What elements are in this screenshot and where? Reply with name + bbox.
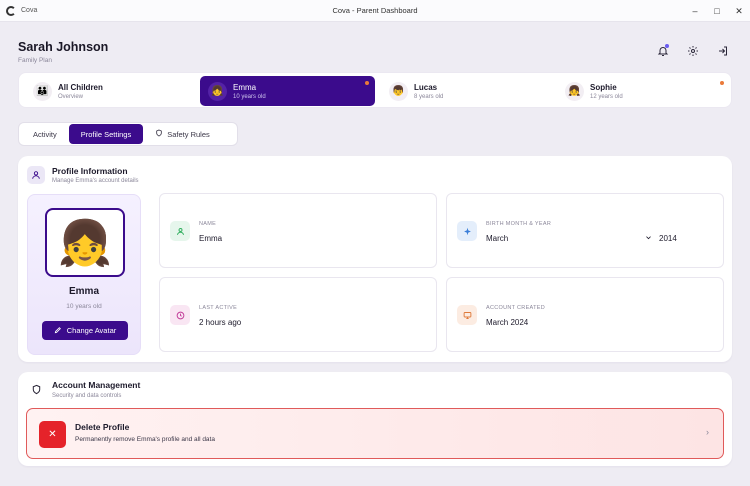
field-label: LAST ACTIVE — [199, 305, 238, 311]
monitor-icon — [457, 305, 477, 325]
name-value[interactable]: Emma — [199, 234, 222, 243]
header-actions — [652, 40, 734, 62]
section-title: Profile Information — [52, 166, 128, 176]
child-item-lucas[interactable]: 👦 Lucas 8 years old — [381, 76, 553, 106]
tab-profile-settings[interactable]: Profile Settings — [68, 124, 144, 144]
child-name: Sophie — [590, 82, 617, 92]
section-title: Account Management — [52, 380, 141, 390]
close-button[interactable]: ✕ — [728, 0, 750, 22]
name-field-card: NAME Emma — [159, 193, 437, 268]
window-title: Cova - Parent Dashboard — [332, 6, 418, 15]
user-name: Sarah Johnson — [18, 40, 109, 54]
avatar-panel: 👧 Emma 10 years old Change Avatar — [27, 194, 141, 355]
plan-label: Family Plan — [18, 57, 52, 64]
avatar: 👧 — [565, 81, 584, 101]
profile-name: Emma — [68, 286, 99, 297]
field-label: ACCOUNT CREATED — [486, 305, 545, 311]
child-item-emma[interactable]: 👧 Emma 10 years old — [200, 76, 375, 106]
tab-bar: Activity Profile Settings Safety Rules — [18, 122, 238, 146]
avatar: 👦 — [389, 81, 408, 101]
child-subtitle: Overview — [58, 93, 84, 100]
notification-dot — [665, 44, 669, 48]
delete-title: Delete Profile — [75, 422, 130, 432]
user-header: Sarah Johnson Family Plan — [18, 40, 108, 64]
birth-year-select[interactable]: 2014 — [659, 234, 677, 243]
profile-age: 10 years old — [66, 303, 102, 310]
child-name: All Children — [58, 82, 103, 92]
shield-icon — [27, 380, 45, 398]
notifications-button[interactable] — [652, 40, 674, 62]
delete-profile-button[interactable]: ✕ Delete Profile Permanently remove Emma… — [26, 408, 724, 459]
children-selector: 👪 All Children Overview 👧 Emma 10 years … — [18, 72, 732, 108]
child-subtitle: 12 years old — [590, 93, 623, 100]
last-active-value: 2 hours ago — [199, 318, 242, 327]
maximize-button[interactable]: □ — [706, 0, 728, 22]
delete-description: Permanently remove Emma's profile and al… — [75, 436, 215, 443]
status-dot — [365, 81, 369, 85]
child-item-all[interactable]: 👪 All Children Overview — [25, 76, 197, 106]
settings-button[interactable] — [682, 40, 704, 62]
shield-icon — [155, 129, 163, 139]
close-icon: ✕ — [39, 421, 66, 448]
account-management-card: Account Management Security and data con… — [18, 372, 732, 466]
sparkle-icon — [457, 221, 477, 241]
pencil-icon — [54, 326, 62, 336]
family-icon: 👪 — [33, 81, 52, 101]
field-label: NAME — [199, 221, 217, 227]
child-item-sophie[interactable]: 👧 Sophie 12 years old — [557, 76, 729, 106]
logout-button[interactable] — [712, 40, 734, 62]
account-created-card: ACCOUNT CREATED March 2024 — [446, 277, 724, 352]
section-subtitle: Manage Emma's account details — [52, 178, 139, 184]
birth-month-select[interactable]: March — [486, 234, 652, 243]
selected-month: March — [486, 234, 509, 243]
user-icon — [27, 166, 45, 184]
tab-activity[interactable]: Activity — [21, 124, 69, 144]
account-created-value: March 2024 — [486, 318, 529, 327]
person-icon — [170, 221, 190, 241]
window-controls: – □ ✕ — [684, 0, 750, 22]
birth-field-card: BIRTH MONTH & YEAR March 2014 — [446, 193, 724, 268]
avatar: 👧 — [208, 81, 227, 101]
child-name: Emma — [233, 82, 257, 92]
chevron-right-icon: › — [706, 427, 709, 437]
app-logo-icon — [6, 5, 16, 16]
profile-information-card: Profile Information Manage Emma's accoun… — [18, 156, 732, 362]
status-dot — [720, 81, 724, 85]
gear-icon — [688, 46, 698, 56]
title-bar: Cova Cova - Parent Dashboard – □ ✕ — [0, 0, 750, 22]
child-subtitle: 8 years old — [414, 93, 444, 100]
clock-icon — [170, 305, 190, 325]
avatar: 👧 — [45, 208, 125, 277]
tab-safety-rules[interactable]: Safety Rules — [143, 124, 222, 144]
child-name: Lucas — [414, 82, 438, 92]
logout-icon — [719, 46, 727, 56]
change-avatar-button[interactable]: Change Avatar — [42, 321, 128, 340]
child-subtitle: 10 years old — [233, 93, 266, 100]
last-active-card: LAST ACTIVE 2 hours ago — [159, 277, 437, 352]
chevron-down-icon — [645, 234, 652, 243]
tab-label: Safety Rules — [167, 129, 210, 139]
section-subtitle: Security and data controls — [52, 393, 122, 399]
button-label: Change Avatar — [66, 326, 117, 335]
minimize-button[interactable]: – — [684, 0, 706, 22]
field-label: BIRTH MONTH & YEAR — [486, 221, 552, 227]
app-name: Cova — [21, 7, 38, 14]
